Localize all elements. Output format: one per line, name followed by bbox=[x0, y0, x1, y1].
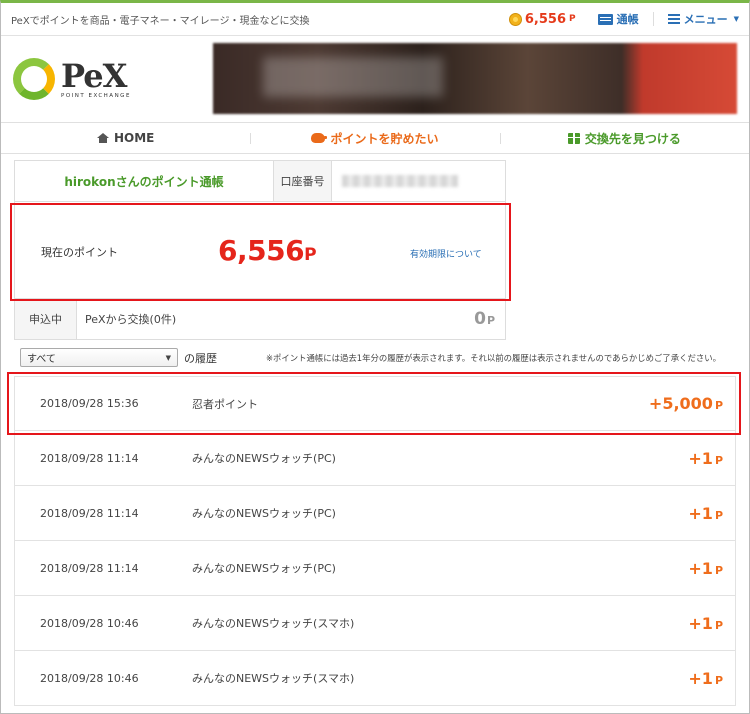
history-row: 2018/09/28 10:46 みんなのNEWSウォッチ(スマホ) +1 P bbox=[14, 596, 736, 651]
menu-button[interactable]: メニュー ▼ bbox=[667, 11, 739, 27]
history-row: 2018/09/28 11:14 みんなのNEWSウォッチ(PC) +1 P bbox=[14, 486, 736, 541]
passbook-owner: hirokonさんのポイント通帳 bbox=[15, 161, 274, 201]
history-date: 2018/09/28 15:36 bbox=[40, 397, 139, 410]
home-icon bbox=[96, 133, 109, 143]
history-description: 忍者ポイント bbox=[192, 397, 258, 411]
nav-earn-points[interactable]: ポイントを貯めたい bbox=[250, 130, 499, 147]
history-description: みんなのNEWSウォッチ(PC) bbox=[192, 562, 336, 575]
pending-panel: 申込中 PeXから交換(0件) 0P bbox=[14, 298, 506, 340]
history-description: みんなのNEWSウォッチ(スマホ) bbox=[192, 617, 355, 630]
header-points-value: 6,556 bbox=[524, 11, 566, 27]
history-date: 2018/09/28 11:14 bbox=[40, 506, 139, 520]
history-date: 2018/09/28 10:46 bbox=[40, 616, 139, 630]
logo-tagline: POINT EXCHANGE bbox=[61, 92, 131, 99]
ad-banner[interactable] bbox=[213, 43, 737, 114]
account-number-value bbox=[332, 161, 505, 201]
expiry-info-link[interactable]: 有効期限について bbox=[410, 247, 482, 260]
history-amount: +5,000 P bbox=[648, 394, 723, 413]
history-filter-suffix: の履歴 bbox=[184, 351, 217, 365]
piggy-bank-icon bbox=[311, 133, 328, 143]
current-points-value: 6,556P bbox=[218, 234, 317, 267]
account-number-label: 口座番号 bbox=[274, 161, 332, 201]
history-amount: +1 P bbox=[688, 503, 723, 523]
redacted-account-number bbox=[342, 175, 458, 187]
nav-home[interactable]: HOME bbox=[1, 131, 250, 145]
history-amount: +1 P bbox=[688, 613, 723, 633]
current-points-panel: 現在のポイント 6,556P 有効期限について bbox=[14, 202, 506, 298]
history-date: 2018/09/28 11:14 bbox=[40, 561, 139, 575]
history-row: 2018/09/28 11:14 みんなのNEWSウォッチ(PC) +1 P bbox=[14, 541, 736, 596]
pending-points-value: 0P bbox=[474, 309, 495, 329]
history-date: 2018/09/28 10:46 bbox=[40, 671, 139, 685]
hamburger-icon bbox=[667, 14, 680, 24]
point-passbook: hirokonさんのポイント通帳 口座番号 現在のポイント 6,556P 有効期… bbox=[14, 160, 506, 340]
history-description: みんなのNEWSウォッチ(PC) bbox=[192, 452, 336, 465]
history-amount: +1 P bbox=[688, 448, 723, 468]
history-notice: ※ポイント通帳には過去1年分の履歴が表示されます。それ以前の履歴は表示されません… bbox=[266, 353, 722, 363]
passbook-link-label: 通帳 bbox=[616, 13, 639, 26]
history-row: 2018/09/28 15:36 忍者ポイント +5,000 P bbox=[14, 376, 736, 431]
pending-label: 申込中 bbox=[15, 299, 77, 339]
nav-home-label: HOME bbox=[113, 131, 155, 145]
top-bar: PeXでポイントを商品・電子マネー・マイレージ・現金などに交換 6,556 P 通… bbox=[1, 3, 749, 36]
nav-exchange-label: 交換先を見つける bbox=[584, 131, 681, 146]
chevron-down-icon: ▼ bbox=[165, 353, 171, 362]
gift-icon bbox=[567, 132, 580, 144]
history-list: 2018/09/28 15:36 忍者ポイント +5,000 P 2018/09/… bbox=[14, 376, 736, 706]
history-amount: +1 P bbox=[688, 668, 723, 688]
caret-down-icon: ▼ bbox=[733, 15, 739, 23]
header-points[interactable]: 6,556 P bbox=[508, 11, 576, 27]
pending-description: PeXから交換(0件) bbox=[85, 313, 177, 326]
history-description: みんなのNEWSウォッチ(スマホ) bbox=[192, 672, 355, 685]
history-row: 2018/09/28 10:46 みんなのNEWSウォッチ(スマホ) +1 P bbox=[14, 651, 736, 706]
site-header: PeX POINT EXCHANGE bbox=[1, 36, 749, 122]
divider bbox=[652, 12, 654, 26]
coin-icon bbox=[508, 12, 522, 26]
passbook-icon bbox=[597, 13, 613, 25]
nav-earn-label: ポイントを貯めたい bbox=[330, 131, 439, 146]
main-nav: HOME ポイントを貯めたい 交換先を見つける bbox=[1, 122, 749, 154]
history-amount: +1 P bbox=[688, 558, 723, 578]
site-tagline: PeXでポイントを商品・電子マネー・マイレージ・現金などに交換 bbox=[11, 15, 310, 27]
logo-wordmark: PeX bbox=[61, 56, 127, 95]
header-points-unit: P bbox=[569, 14, 576, 24]
history-row: 2018/09/28 11:14 みんなのNEWSウォッチ(PC) +1 P bbox=[14, 431, 736, 486]
current-points-label: 現在のポイント bbox=[41, 246, 118, 259]
nav-find-exchange[interactable]: 交換先を見つける bbox=[499, 130, 749, 147]
history-description: みんなのNEWSウォッチ(PC) bbox=[192, 507, 336, 520]
menu-label: メニュー bbox=[683, 13, 728, 26]
logo-ring-icon bbox=[13, 58, 55, 100]
history-date: 2018/09/28 11:14 bbox=[40, 451, 139, 465]
history-type-select[interactable]: すべて ▼ bbox=[20, 348, 178, 367]
passbook-link[interactable]: 通帳 bbox=[597, 11, 639, 27]
history-filter: すべて ▼ の履歴 bbox=[20, 348, 217, 367]
history-type-selected: すべて bbox=[27, 354, 56, 365]
pex-logo[interactable]: PeX POINT EXCHANGE bbox=[13, 58, 131, 100]
